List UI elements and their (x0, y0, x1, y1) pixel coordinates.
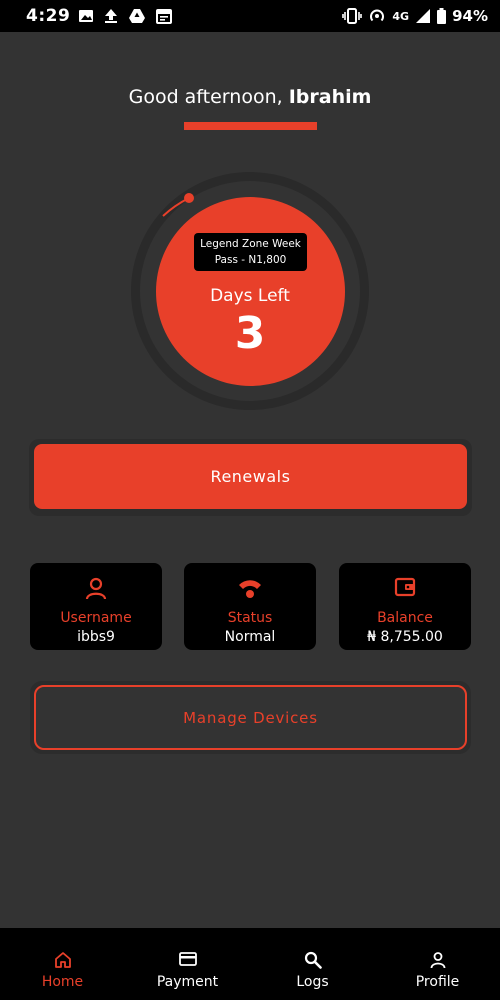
nav-payment[interactable]: Payment (125, 928, 250, 1000)
status-card: Status Normal (184, 563, 316, 650)
drive-icon (128, 8, 146, 24)
card-label: Status (227, 610, 273, 626)
upload-icon (104, 8, 118, 24)
card-icon (178, 951, 197, 971)
nav-label: Home (41, 974, 84, 990)
nav-label: Logs (296, 974, 329, 990)
balance-card: Balance ₦ 8,755.00 (339, 563, 471, 650)
network-type: 4G (392, 9, 410, 23)
wallet-icon (394, 576, 416, 602)
plan-name-line2: Pass - N1,800 (214, 254, 287, 266)
nav-logs[interactable]: Logs (250, 928, 375, 1000)
card-value: ibbs9 (77, 629, 115, 645)
signal-icon (237, 576, 263, 604)
battery-icon (437, 8, 447, 24)
card-value: ₦ 8,755.00 (367, 629, 443, 645)
nav-profile[interactable]: Profile (375, 928, 500, 1000)
nav-label: Payment (156, 974, 219, 990)
search-icon (304, 951, 322, 973)
calendar-icon (156, 8, 172, 24)
person-icon (429, 951, 447, 973)
nav-label: Profile (415, 974, 460, 990)
status-time: 4:29 (26, 6, 71, 26)
card-label: Username (60, 610, 132, 626)
battery-percent: 94% (452, 7, 488, 25)
greeting: Good afternoon, Ibrahim (0, 86, 500, 108)
manage-devices-button[interactable]: Manage Devices (34, 685, 467, 750)
user-icon (84, 576, 108, 604)
greeting-prefix: Good afternoon, (128, 86, 289, 108)
username-card: Username ibbs9 (30, 563, 162, 650)
bottom-nav: Home Payment Logs Profile (0, 928, 500, 1000)
status-bar: 4:29 4G 94% (0, 0, 500, 32)
signal-strength-icon (415, 8, 431, 24)
user-name: Ibrahim (288, 86, 372, 108)
days-left-value: 3 (234, 308, 266, 359)
days-left-label: Days Left (210, 286, 290, 306)
nav-home[interactable]: Home (0, 928, 125, 1000)
greeting-underline (184, 122, 317, 130)
days-left-ring: Legend Zone Week Pass - N1,800 Days Left… (131, 172, 369, 410)
plan-name-tag: Legend Zone Week Pass - N1,800 (194, 233, 307, 271)
plan-name-line1: Legend Zone Week (200, 238, 301, 250)
card-value: Normal (224, 629, 276, 645)
vibrate-icon (342, 8, 363, 24)
renewals-button[interactable]: Renewals (34, 444, 467, 509)
card-label: Balance (377, 610, 433, 626)
home-icon (54, 951, 72, 973)
image-icon (78, 8, 94, 24)
hotspot-icon (368, 8, 386, 24)
